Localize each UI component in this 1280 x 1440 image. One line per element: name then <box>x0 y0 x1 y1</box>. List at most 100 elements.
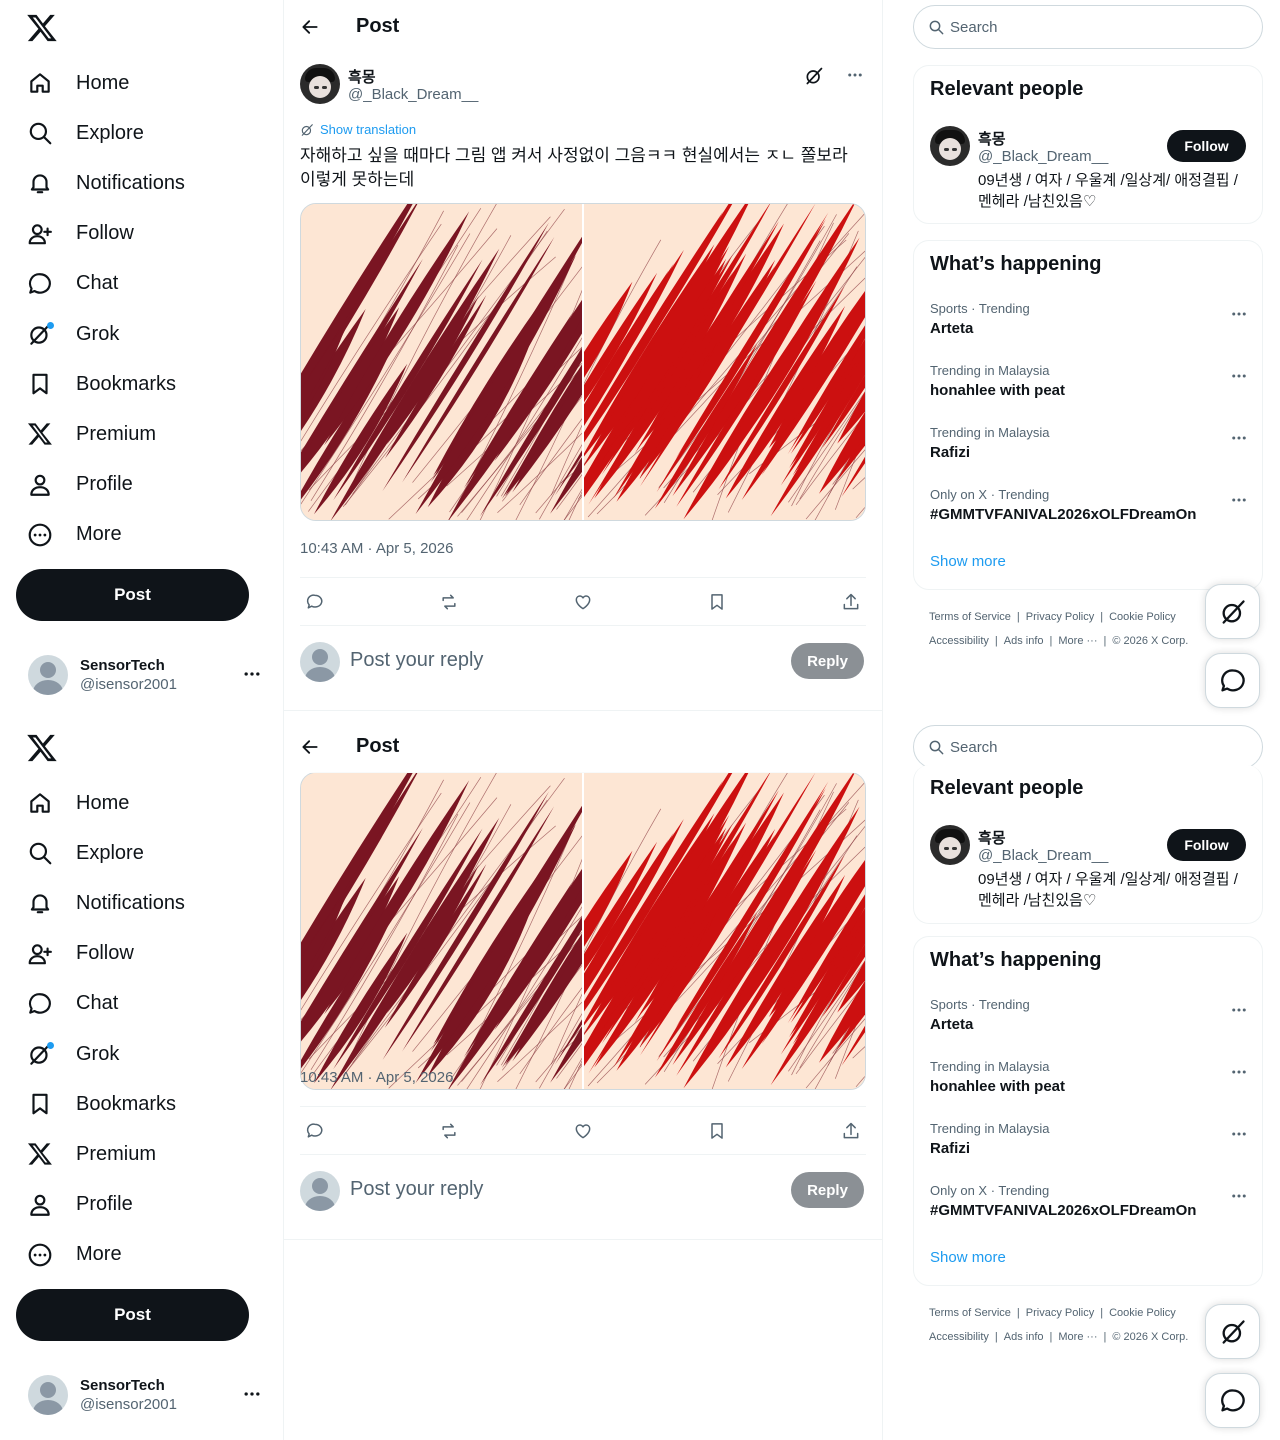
nav-item-bookmarks[interactable]: Bookmarks <box>16 359 266 409</box>
trend-item[interactable]: Sports · Trending Arteta <box>930 997 1248 1047</box>
post-timestamp[interactable]: 10:43 AM · Apr 5, 2026 <box>300 1069 453 1086</box>
more-dots-icon[interactable] <box>1230 1187 1248 1205</box>
nav-item-grok[interactable]: Grok <box>16 309 266 359</box>
footer-link[interactable]: Ads info <box>1004 1331 1044 1343</box>
bookmark-button[interactable] <box>706 1120 728 1142</box>
footer-link[interactable]: More ··· <box>1058 635 1097 647</box>
footer-link[interactable]: Cookie Policy <box>1109 611 1176 623</box>
chat-floating-button[interactable] <box>1205 653 1260 708</box>
trend-item[interactable]: Trending in Malaysia Rafizi <box>930 425 1248 475</box>
nav-item-more[interactable]: More <box>16 1230 266 1280</box>
author-name[interactable]: 흑몽 <box>348 66 376 87</box>
show-translation-link[interactable]: Show translation <box>300 122 416 137</box>
trend-item[interactable]: Trending in Malaysia honahlee with peat <box>930 363 1248 413</box>
nav-item-follow[interactable]: Follow <box>16 209 266 259</box>
relevant-person-avatar[interactable] <box>930 126 970 166</box>
footer-link[interactable]: Privacy Policy <box>1026 611 1094 623</box>
footer-link[interactable]: Accessibility <box>929 635 989 647</box>
grok-floating-button[interactable] <box>1205 584 1260 639</box>
x-logo-icon[interactable] <box>26 732 58 764</box>
nav-item-grok[interactable]: Grok <box>16 1029 266 1079</box>
scribble-image[interactable] <box>301 204 866 521</box>
more-dots-icon[interactable] <box>1230 491 1248 509</box>
reply-input[interactable]: Post your reply <box>350 649 483 672</box>
footer-link[interactable]: © 2026 X Corp. <box>1112 1331 1188 1343</box>
reply-button[interactable]: Reply <box>791 643 864 679</box>
nav-item-profile[interactable]: Profile <box>16 1180 266 1230</box>
nav-item-profile[interactable]: Profile <box>16 460 266 510</box>
reply-button[interactable] <box>304 1120 326 1142</box>
more-dots-icon[interactable] <box>1230 1125 1248 1143</box>
x-logo-icon[interactable] <box>26 12 58 44</box>
author-handle[interactable]: @_Black_Dream__ <box>348 86 478 103</box>
bookmark-button[interactable] <box>706 591 728 613</box>
reply-button[interactable]: Reply <box>791 1172 864 1208</box>
footer-link[interactable]: Terms of Service <box>929 1307 1011 1319</box>
nav-item-notifications[interactable]: Notifications <box>16 158 266 208</box>
heart-button[interactable] <box>572 1120 594 1142</box>
trend-item[interactable]: Trending in Malaysia honahlee with peat <box>930 1059 1248 1109</box>
follow-button[interactable]: Follow <box>1167 829 1246 861</box>
author-avatar[interactable] <box>300 64 340 104</box>
nav-item-more[interactable]: More <box>16 510 266 560</box>
show-more-link[interactable]: Show more <box>930 553 1006 570</box>
more-dots-icon[interactable] <box>242 664 262 684</box>
nav-item-premium[interactable]: Premium <box>16 409 266 459</box>
show-more-link[interactable]: Show more <box>930 1249 1006 1266</box>
more-dots-icon[interactable] <box>846 66 864 84</box>
nav-item-premium[interactable]: Premium <box>16 1129 266 1179</box>
chat-floating-button[interactable] <box>1205 1373 1260 1428</box>
post-media[interactable] <box>300 772 866 1090</box>
nav-item-follow[interactable]: Follow <box>16 929 266 979</box>
account-switcher[interactable]: SensorTech @isensor2001 <box>16 1364 276 1426</box>
nav-item-chat[interactable]: Chat <box>16 979 266 1029</box>
reply-input[interactable]: Post your reply <box>350 1178 483 1201</box>
share-button[interactable] <box>840 591 862 613</box>
nav-item-home[interactable]: Home <box>16 778 266 828</box>
grok-explain-icon[interactable] <box>804 66 824 86</box>
nav-item-explore[interactable]: Explore <box>16 108 266 158</box>
post-timestamp[interactable]: 10:43 AM · Apr 5, 2026 <box>300 540 453 557</box>
footer-link[interactable]: Ads info <box>1004 635 1044 647</box>
relevant-person-avatar[interactable] <box>930 825 970 865</box>
relevant-person-name[interactable]: 흑몽 <box>978 128 1006 149</box>
more-dots-icon[interactable] <box>1230 367 1248 385</box>
footer-link[interactable]: Privacy Policy <box>1026 1307 1094 1319</box>
nav-item-bookmarks[interactable]: Bookmarks <box>16 1079 266 1129</box>
post-button[interactable]: Post <box>16 1289 249 1341</box>
more-dots-icon[interactable] <box>1230 305 1248 323</box>
trend-item[interactable]: Only on X · Trending #GMMTVFANIVAL2026xOL… <box>930 1183 1248 1233</box>
reply-button[interactable] <box>304 591 326 613</box>
footer-link[interactable]: Terms of Service <box>929 611 1011 623</box>
repost-button[interactable] <box>438 591 460 613</box>
more-dots-icon[interactable] <box>1230 1001 1248 1019</box>
nav-item-home[interactable]: Home <box>16 58 266 108</box>
scribble-image[interactable] <box>301 773 866 1090</box>
post-button[interactable]: Post <box>16 569 249 621</box>
trend-item[interactable]: Sports · Trending Arteta <box>930 301 1248 351</box>
follow-button[interactable]: Follow <box>1167 130 1246 162</box>
share-button[interactable] <box>840 1120 862 1142</box>
trend-item[interactable]: Trending in Malaysia Rafizi <box>930 1121 1248 1171</box>
nav-item-chat[interactable]: Chat <box>16 259 266 309</box>
search-input[interactable] <box>950 18 1230 36</box>
heart-button[interactable] <box>572 591 594 613</box>
grok-floating-button[interactable] <box>1205 1304 1260 1359</box>
nav-item-explore[interactable]: Explore <box>16 828 266 878</box>
back-button[interactable] <box>292 9 328 45</box>
more-dots-icon[interactable] <box>1230 1063 1248 1081</box>
footer-link[interactable]: Accessibility <box>929 1331 989 1343</box>
search-input[interactable] <box>950 738 1230 756</box>
account-switcher[interactable]: SensorTech @isensor2001 <box>16 644 276 706</box>
footer-link[interactable]: © 2026 X Corp. <box>1112 635 1188 647</box>
repost-button[interactable] <box>438 1120 460 1142</box>
more-dots-icon[interactable] <box>1230 429 1248 447</box>
search-bar[interactable] <box>913 5 1263 49</box>
footer-link[interactable]: Cookie Policy <box>1109 1307 1176 1319</box>
search-bar[interactable] <box>913 725 1263 769</box>
back-button[interactable] <box>292 729 328 765</box>
more-dots-icon[interactable] <box>242 1384 262 1404</box>
relevant-person-name[interactable]: 흑몽 <box>978 827 1006 848</box>
nav-item-notifications[interactable]: Notifications <box>16 878 266 928</box>
footer-link[interactable]: More ··· <box>1058 1331 1097 1343</box>
